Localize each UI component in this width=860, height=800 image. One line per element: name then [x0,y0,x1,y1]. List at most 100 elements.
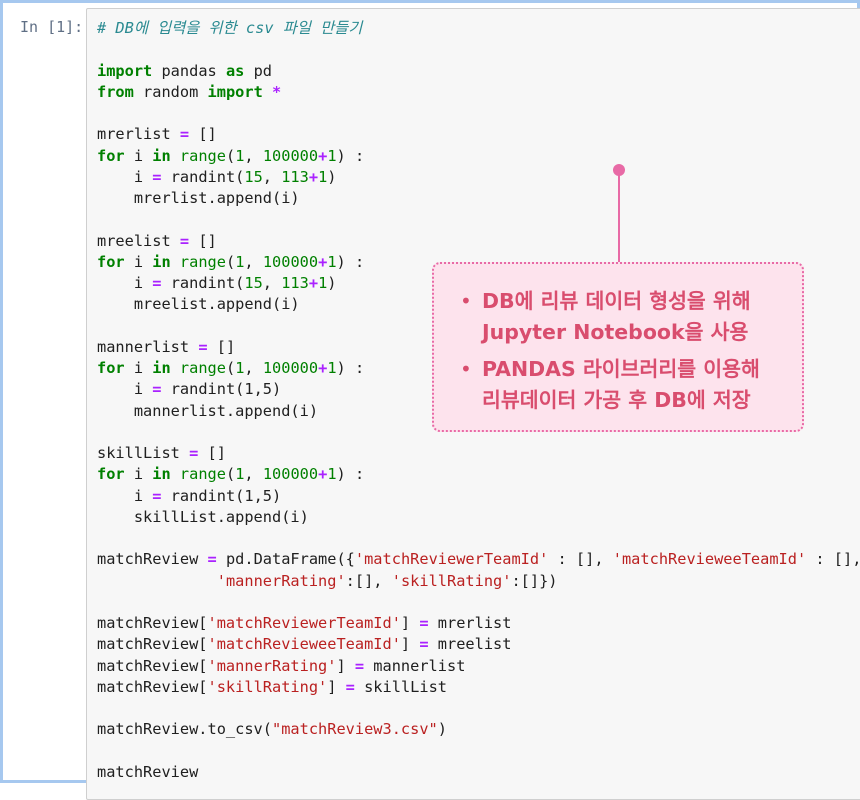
code-token-keyword: in [152,465,171,484]
code-line: import pandas as pd [97,61,860,82]
code-token-plain: , [244,252,263,271]
code-token-string: "matchReview3.csv" [271,720,438,739]
code-token-keyword: for [97,465,125,484]
code-token-keyword: in [152,146,171,165]
code-token-comment: # DB에 입력을 위한 csv 파일 만들기 [97,19,363,37]
code-token-builtin: range [179,252,226,271]
code-token-string: 'matchRevieweeTeamId' [612,550,807,569]
code-token-operator: + [318,465,328,484]
code-token-plain: , [262,167,282,186]
code-token-plain: matchReview[ [97,656,208,675]
code-token-plain: matchReview [97,762,199,781]
code-token-number: 1 [327,146,337,165]
code-token-plain: pd.DataFrame({ [216,550,355,569]
code-token-plain: matchReview[ [97,614,208,632]
code-token-plain: , [244,359,263,377]
code-token-plain: : [], [806,550,860,569]
code-token-plain: ] [400,635,420,654]
code-token-string: 'mannerRating' [216,571,346,590]
code-line: matchReview [97,762,860,783]
code-token-operator: = [198,337,208,356]
code-token-plain: , [262,274,282,292]
code-token-number: 100000 [262,252,319,271]
code-line: matchReview['mannerRating'] = mannerlist [97,656,860,677]
callout-bullet-text: PANDAS 라이브러리를 이용해 리뷰데이터 가공 후 DB에 저장 [482,357,760,412]
callout-bullet: • DB에 리뷰 데이터 형성을 위해 Jupyter Notebook을 사용 [458,286,782,348]
code-token-builtin: range [179,359,226,377]
code-token-operator: = [207,550,217,569]
code-token-plain: randint( [161,167,245,186]
code-token-plain: mrerlist [428,614,512,632]
code-line: # DB에 입력을 위한 csv 파일 만들기 [97,18,860,39]
code-token-plain: i [97,167,153,186]
code-token-plain: matchReview[ [97,635,208,654]
code-token-plain: mreelist [428,635,512,654]
code-token-plain: mrerlist [97,125,180,144]
code-token-operator: = [189,444,199,462]
code-token-plain: mannerlist.append(i) [97,401,319,420]
code-token-plain: mreelist.append(i) [97,295,300,314]
code-token-plain: ] [336,656,355,675]
callout-pointer-dot [613,164,625,176]
code-token-number: 15 [244,274,263,292]
code-token-plain: :[], [345,571,392,590]
code-token-keyword: from [97,82,134,101]
code-token-keyword: for [97,146,125,165]
code-token-plain: : [], [548,550,613,569]
code-token-plain: random [133,82,208,101]
code-token-plain: matchReview[ [97,677,208,696]
code-token-plain: ( [225,359,236,377]
code-token-operator: = [179,231,190,250]
code-token-plain: mrerlist.append(i) [97,189,300,207]
code-token-number: 100000 [262,359,319,377]
code-token-plain: i [97,380,153,399]
code-token-keyword: for [97,252,125,271]
code-token-plain: [] [198,444,226,462]
bullet-dot-icon: • [460,357,472,381]
code-token-plain: ) : [336,359,365,377]
code-token-number: 1 [327,465,337,484]
code-token-operator: = [179,125,190,144]
code-token-keyword: as [225,61,245,80]
code-token-plain: pandas [152,61,226,80]
code-token-keyword: in [152,252,171,271]
code-line: for i in range(1, 100000+1) : [97,146,860,167]
code-token-string: 'matchRevieweeTeamId' [207,635,401,654]
code-token-string: 'skillRating' [391,571,512,590]
code-token-plain: mannerlist [97,337,199,356]
code-line: matchReview['matchReviewerTeamId'] = mre… [97,613,860,634]
code-token-plain: i [124,252,153,271]
code-token-plain: i [124,359,153,377]
code-token-plain: [] [189,231,217,250]
code-token-operator: + [308,274,319,292]
code-token-string: 'matchReviewerTeamId' [354,550,549,569]
code-line: i = randint(1,5) [97,486,860,507]
code-token-builtin: range [179,465,226,484]
code-line: for i in range(1, 100000+1) : [97,464,860,485]
code-token-plain: skillList [354,677,447,696]
code-token-operator: + [318,252,328,271]
code-token-keyword: for [97,359,125,377]
code-token-number: 1 [318,274,328,292]
bullet-dot-icon: • [460,289,472,313]
code-token-number: 100000 [262,146,319,165]
code-line: mrerlist = [] [97,124,860,145]
annotation-callout: • DB에 리뷰 데이터 형성을 위해 Jupyter Notebook을 사용… [432,262,804,432]
code-token-number: 100000 [262,465,319,484]
code-token-plain: i [97,274,153,292]
code-token-operator: = [354,656,365,675]
code-token-plain: , [244,146,263,165]
code-line: skillList = [] [97,443,860,464]
code-token-number: 113 [281,274,309,292]
code-token-operator: = [419,635,429,654]
code-token-plain: matchReview.to_csv( [97,720,272,739]
code-token-keyword: in [152,359,171,377]
